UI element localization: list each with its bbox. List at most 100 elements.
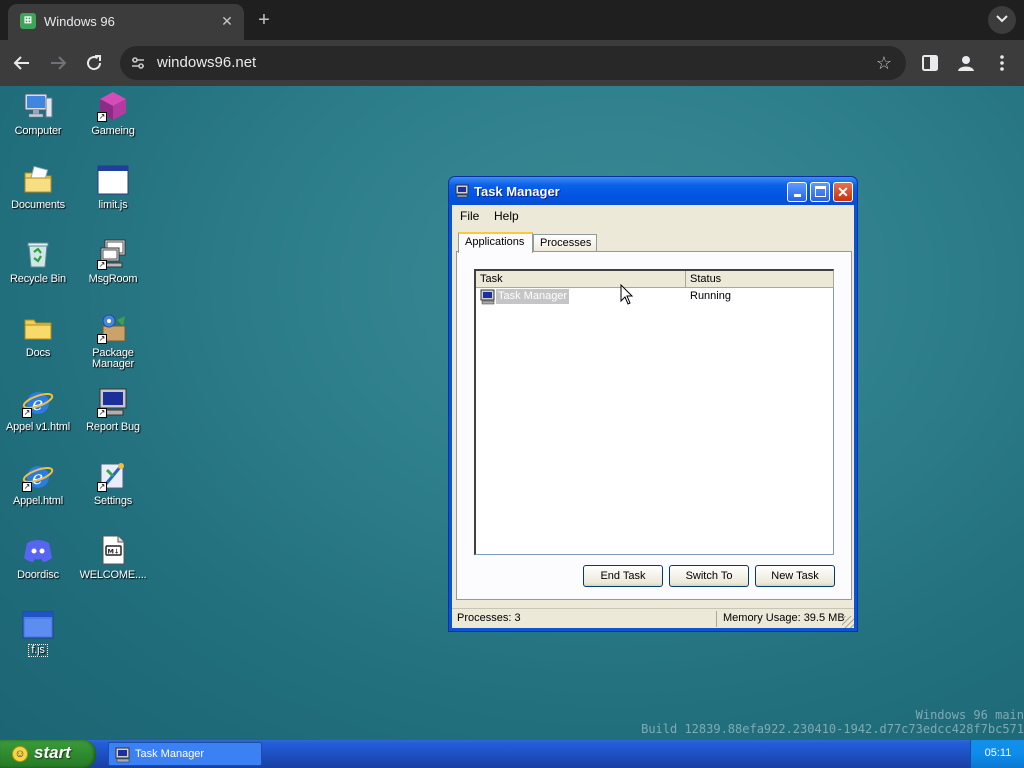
discord-icon xyxy=(22,534,54,566)
msgroom-computer-icon: ↗ xyxy=(97,238,129,270)
shortcut-arrow-icon: ↗ xyxy=(97,482,107,492)
minimize-button[interactable] xyxy=(787,182,807,202)
new-task-button[interactable]: New Task xyxy=(755,565,835,587)
desktop-icon-label: Appel.html xyxy=(13,495,63,507)
browser-tab[interactable]: ⊞ Windows 96 ✕ xyxy=(8,4,244,40)
taskbar-button-task-manager[interactable]: Task Manager xyxy=(108,742,262,766)
desktop-icon-limit-js[interactable]: limit.js xyxy=(76,164,150,211)
task-list[interactable]: Task Status Task Manager Running xyxy=(474,269,834,555)
site-settings-icon[interactable] xyxy=(130,55,146,71)
tab-applications[interactable]: Applications xyxy=(458,232,533,253)
task-manager-icon xyxy=(115,747,130,763)
computer-icon xyxy=(22,90,54,122)
desktop-icon-label: Documents xyxy=(11,199,65,211)
tab-title: Windows 96 xyxy=(44,14,115,29)
end-task-button[interactable]: End Task xyxy=(583,565,663,587)
chevron-down-icon xyxy=(996,15,1008,23)
desktop-icon-appel-v1[interactable]: e ↗ Appel v1.html xyxy=(1,386,75,433)
build-watermark: Windows 96 main Build 12839.88efa922.2304… xyxy=(641,708,1024,736)
desktop-icon-docs[interactable]: Docs xyxy=(1,312,75,359)
desktop-icon-appel-html[interactable]: e ↗ Appel.html xyxy=(1,460,75,507)
windows96-favicon-icon: ⊞ xyxy=(20,13,36,29)
desktop-icon-label: Doordisc xyxy=(17,569,59,581)
start-label: start xyxy=(34,743,71,762)
task-manager-icon xyxy=(455,184,469,198)
menu-file[interactable]: File xyxy=(460,209,479,223)
forward-button[interactable] xyxy=(46,51,70,75)
internet-explorer-icon: e ↗ xyxy=(22,460,54,492)
switch-to-button[interactable]: Switch To xyxy=(669,565,749,587)
new-tab-button[interactable]: + xyxy=(252,9,276,33)
watermark-line-2: Build 12839.88efa922.230410-1942.d77c73e… xyxy=(641,722,1024,736)
desktop-icon-package-manager[interactable]: ↗ Package Manager xyxy=(76,312,150,370)
internet-explorer-icon: e ↗ xyxy=(22,386,54,418)
table-row[interactable]: Task Manager Running xyxy=(476,288,833,306)
taskbar: ☺ start Task Manager 05:11 xyxy=(0,740,1024,768)
reload-icon xyxy=(87,55,102,71)
window-file-icon xyxy=(97,164,129,196)
side-panel-button[interactable] xyxy=(918,51,942,75)
shortcut-arrow-icon: ↗ xyxy=(22,482,32,492)
tab-search-button[interactable] xyxy=(988,6,1016,34)
status-bar: Processes: 3 Memory Usage: 39.5 MB xyxy=(452,608,854,628)
side-panel-icon xyxy=(922,55,938,71)
back-button[interactable] xyxy=(10,51,34,75)
desktop-icon-label: MsgRoom xyxy=(88,273,138,285)
desktop-icon-f-js[interactable]: f.js xyxy=(1,608,75,657)
close-tab-icon[interactable]: ✕ xyxy=(218,12,236,30)
resize-grip[interactable] xyxy=(842,616,854,628)
desktop-icon-label: Report Bug xyxy=(86,421,140,433)
desktop-icon-gameing[interactable]: ↗ Gameing xyxy=(76,90,150,137)
column-header-task[interactable]: Task xyxy=(476,271,686,288)
shortcut-arrow-icon: ↗ xyxy=(97,334,107,344)
system-tray: 05:11 xyxy=(970,740,1024,768)
desktop-icon-msgroom[interactable]: ↗ MsgRoom xyxy=(76,238,150,285)
desktop-icon-label: Settings xyxy=(93,495,133,507)
column-header-status[interactable]: Status xyxy=(686,271,834,288)
desktop-icon-label: Appel v1.html xyxy=(5,421,71,433)
smiley-logo-icon: ☺ xyxy=(12,746,28,762)
package-manager-icon: ↗ xyxy=(97,312,129,344)
close-button[interactable]: ✕ xyxy=(833,182,853,202)
desktop-icon-label: limit.js xyxy=(98,199,128,211)
desktop-icon-documents[interactable]: Documents xyxy=(1,164,75,211)
tab-processes[interactable]: Processes xyxy=(533,234,597,252)
window-title: Task Manager xyxy=(474,184,560,199)
close-icon: ✕ xyxy=(837,184,849,200)
desktop-icon-report-bug[interactable]: ↗ Report Bug xyxy=(76,386,150,433)
game-cube-icon: ↗ xyxy=(97,90,129,122)
start-button[interactable]: ☺ start xyxy=(0,740,96,768)
desktop-icon-doordisc[interactable]: Doordisc xyxy=(1,534,75,581)
shortcut-arrow-icon: ↗ xyxy=(97,112,107,122)
status-separator xyxy=(716,611,717,627)
watermark-line-1: Windows 96 main xyxy=(915,708,1024,722)
desktop-icon-welcome[interactable]: M↓ WELCOME.... xyxy=(76,534,150,581)
menu-help[interactable]: Help xyxy=(494,209,519,223)
folder-icon xyxy=(22,312,54,344)
desktop-icon-label: Gameing xyxy=(91,125,135,137)
clock[interactable]: 05:11 xyxy=(971,747,1024,759)
js-file-icon xyxy=(22,608,54,640)
bookmark-star-icon[interactable]: ☆ xyxy=(876,54,892,72)
applications-panel: Task Status Task Manager Running End Tas… xyxy=(456,251,852,600)
markdown-file-icon: M↓ xyxy=(97,534,129,566)
desktop-icon-label: WELCOME.... xyxy=(79,569,147,581)
minimize-icon xyxy=(793,194,801,197)
desktop-icon-settings[interactable]: ↗ Settings xyxy=(76,460,150,507)
window-titlebar[interactable]: Task Manager ✕ xyxy=(449,177,857,205)
shortcut-arrow-icon: ↗ xyxy=(97,408,107,418)
address-bar[interactable]: windows96.net ☆ xyxy=(120,46,906,80)
svg-text:M↓: M↓ xyxy=(108,548,120,556)
reload-button[interactable] xyxy=(82,51,106,75)
desktop-icon-computer[interactable]: Computer xyxy=(1,90,75,137)
more-menu-button[interactable] xyxy=(990,51,1014,75)
documents-folder-icon xyxy=(22,164,54,196)
desktop-icon-recycle-bin[interactable]: Recycle Bin xyxy=(1,238,75,285)
maximize-button[interactable] xyxy=(810,182,830,202)
menu-bar: File Help xyxy=(452,205,854,227)
status-processes: Processes: 3 xyxy=(457,612,521,624)
profile-button[interactable] xyxy=(954,51,978,75)
desktop-icon-label: f.js xyxy=(28,644,48,657)
more-menu-icon xyxy=(1000,55,1004,71)
maximize-icon xyxy=(814,186,826,197)
